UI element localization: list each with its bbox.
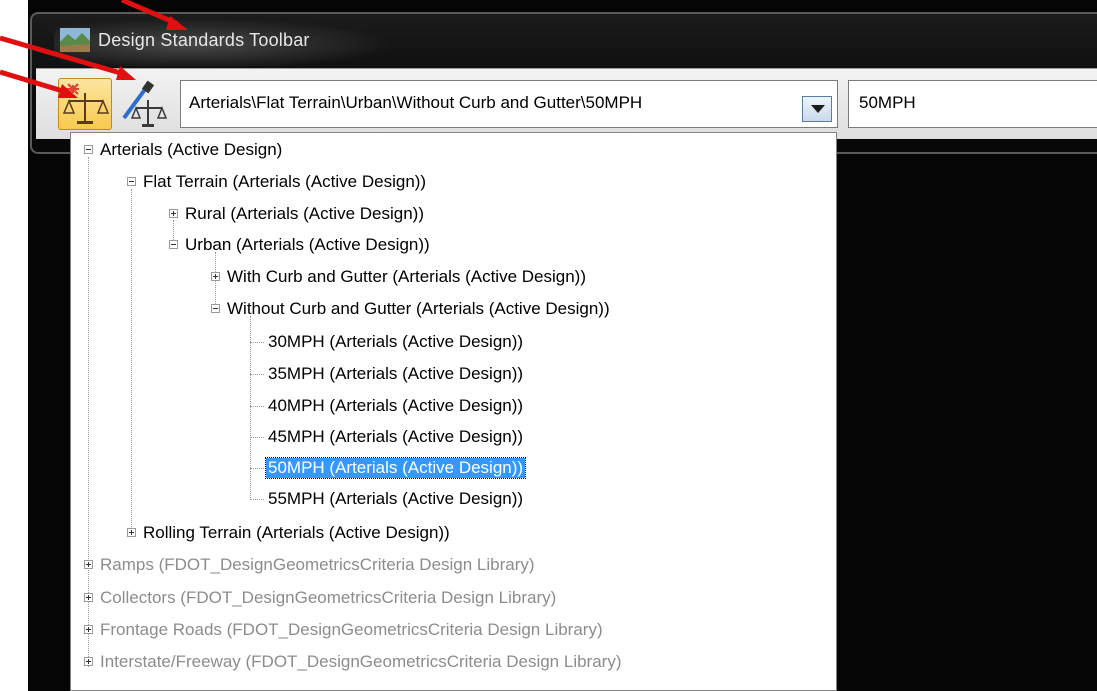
tree-node-collectors[interactable]: Collectors (FDOT_DesignGeometricsCriteri… xyxy=(98,588,558,608)
combobox-dropdown-button[interactable] xyxy=(802,96,832,122)
design-standard-combobox[interactable]: Arterials\Flat Terrain\Urban\Without Cur… xyxy=(180,80,838,128)
tree-connector xyxy=(250,499,264,500)
tree-connector xyxy=(173,220,174,242)
collapse-toggle-icon[interactable] xyxy=(211,304,220,313)
tree-node-with-curb-gutter[interactable]: With Curb and Gutter (Arterials (Active … xyxy=(225,267,588,287)
tree-node-arterials[interactable]: Arterials (Active Design) xyxy=(98,140,284,160)
speed-value-text: 50MPH xyxy=(859,93,916,112)
scale-spark-icon xyxy=(62,83,110,124)
app-icon xyxy=(60,28,90,52)
tree-connector xyxy=(250,374,264,375)
expand-toggle-icon[interactable] xyxy=(127,528,136,537)
tree-node-40mph[interactable]: 40MPH (Arterials (Active Design)) xyxy=(266,396,525,416)
speed-value-field[interactable]: 50MPH xyxy=(848,80,1097,128)
tree-connector xyxy=(250,437,264,438)
expand-toggle-icon[interactable] xyxy=(169,209,178,218)
expand-toggle-icon[interactable] xyxy=(211,272,220,281)
expand-toggle-icon[interactable] xyxy=(84,625,93,634)
tree-connector xyxy=(215,252,216,312)
tree-connector xyxy=(250,406,264,407)
tree-node-ramps[interactable]: Ramps (FDOT_DesignGeometricsCriteria Des… xyxy=(98,555,537,575)
collapse-toggle-icon[interactable] xyxy=(169,240,178,249)
tree-node-rolling-terrain[interactable]: Rolling Terrain (Arterials (Active Desig… xyxy=(141,523,452,543)
expand-toggle-icon[interactable] xyxy=(84,657,93,666)
tree-node-30mph[interactable]: 30MPH (Arterials (Active Design)) xyxy=(266,332,525,352)
design-standards-pick-button[interactable] xyxy=(118,78,172,130)
combobox-value: Arterials\Flat Terrain\Urban\Without Cur… xyxy=(189,93,643,112)
tree-node-rural[interactable]: Rural (Arterials (Active Design)) xyxy=(183,204,426,224)
collapse-toggle-icon[interactable] xyxy=(127,177,136,186)
eyedropper-scale-icon xyxy=(122,80,168,127)
expand-toggle-icon[interactable] xyxy=(84,593,93,602)
tree-connector xyxy=(88,157,89,667)
tree-connector xyxy=(250,468,264,469)
tree-node-50mph-selected[interactable]: 50MPH (Arterials (Active Design)) xyxy=(264,457,527,479)
design-standards-active-button[interactable] xyxy=(58,78,112,130)
tree-connector xyxy=(250,316,251,500)
expand-toggle-icon[interactable] xyxy=(84,560,93,569)
tree-node-frontage-roads[interactable]: Frontage Roads (FDOT_DesignGeometricsCri… xyxy=(98,620,605,640)
tree-node-55mph[interactable]: 55MPH (Arterials (Active Design)) xyxy=(266,489,525,509)
tree-node-45mph[interactable]: 45MPH (Arterials (Active Design)) xyxy=(266,427,525,447)
tree-node-35mph[interactable]: 35MPH (Arterials (Active Design)) xyxy=(266,364,525,384)
tree-node-without-curb-gutter[interactable]: Without Curb and Gutter (Arterials (Acti… xyxy=(225,299,612,319)
tree-node-urban[interactable]: Urban (Arterials (Active Design)) xyxy=(183,235,432,255)
collapse-toggle-icon[interactable] xyxy=(84,145,93,154)
tree-connector xyxy=(250,342,264,343)
window-title: Design Standards Toolbar xyxy=(98,30,310,50)
tree-node-flat-terrain[interactable]: Flat Terrain (Arterials (Active Design)) xyxy=(141,172,428,192)
tree-connector xyxy=(131,189,132,533)
tree-node-interstate-freeway[interactable]: Interstate/Freeway (FDOT_DesignGeometric… xyxy=(98,652,624,672)
